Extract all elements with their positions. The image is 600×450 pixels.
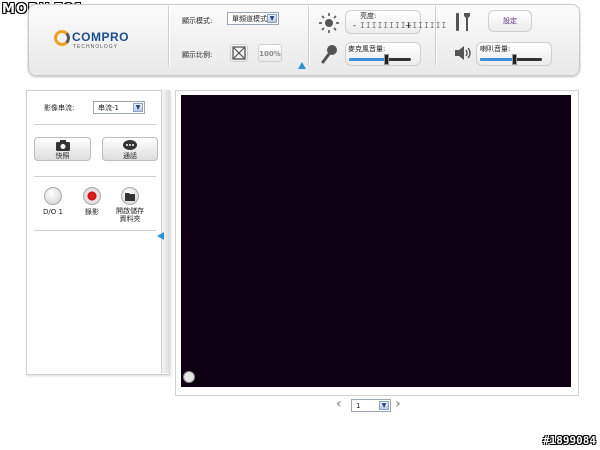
snapshot-label: 快照 bbox=[55, 152, 70, 160]
record-button[interactable] bbox=[83, 187, 101, 205]
brand-tagline: TECHNOLOGY bbox=[73, 44, 119, 50]
do1-label: D/O 1 bbox=[43, 208, 63, 216]
chevron-down-icon: ▼ bbox=[267, 14, 277, 23]
stream-value: 串流-1 bbox=[98, 104, 119, 112]
chevron-down-icon: ▼ bbox=[379, 401, 389, 410]
speaker-volume-label: 喇叭音量: bbox=[480, 45, 511, 53]
collapse-arrow-icon[interactable] bbox=[298, 62, 306, 69]
toolbar-separator bbox=[308, 6, 309, 66]
fit-screen-icon bbox=[232, 46, 246, 60]
snapshot-button[interactable]: 快照 bbox=[34, 137, 91, 161]
speaker-volume-fill bbox=[480, 58, 515, 61]
speaker-button[interactable] bbox=[454, 45, 474, 63]
brightness-minus[interactable]: - bbox=[353, 21, 356, 30]
brightness-ticks[interactable]: IIIIIIIIIIIIIII bbox=[360, 21, 447, 30]
brightness-label: 亮度: bbox=[360, 12, 377, 20]
page-select-value: 1 bbox=[356, 402, 361, 410]
wrench-screwdriver-icon bbox=[456, 13, 470, 31]
settings-button[interactable]: 設定 bbox=[488, 10, 532, 32]
brand-name: COMPRO bbox=[72, 30, 129, 44]
display-mode-label: 顯示模式: bbox=[182, 17, 213, 25]
stream-label: 影像串流: bbox=[44, 104, 75, 112]
toolbar-separator bbox=[435, 6, 436, 66]
next-page-chevron-icon[interactable]: › bbox=[395, 396, 401, 412]
speaker-icon bbox=[455, 46, 471, 60]
brightness-plus[interactable]: + bbox=[405, 21, 412, 30]
chat-bubble-icon bbox=[123, 140, 137, 150]
microphone-icon bbox=[321, 45, 337, 64]
control-panel bbox=[26, 90, 170, 375]
camera-icon bbox=[55, 140, 70, 151]
collapse-arrow-icon[interactable] bbox=[157, 232, 164, 240]
sun-icon bbox=[319, 13, 339, 33]
speaker-volume-thumb[interactable] bbox=[512, 54, 518, 65]
chevron-down-icon: ▼ bbox=[133, 103, 143, 112]
zoom-100-button[interactable]: 100% bbox=[258, 44, 282, 62]
do1-button[interactable] bbox=[44, 187, 62, 205]
panel-divider bbox=[34, 124, 156, 125]
mic-volume-label: 麥克風音量: bbox=[348, 45, 386, 53]
mic-volume-fill bbox=[349, 58, 387, 61]
brightness-button[interactable] bbox=[318, 12, 342, 34]
page-select[interactable]: 1 ▼ bbox=[351, 399, 391, 412]
record-label: 錄影 bbox=[85, 208, 99, 216]
previous-page-chevron-icon[interactable]: ‹ bbox=[336, 396, 342, 412]
speaker-volume-slider[interactable] bbox=[480, 58, 542, 61]
panel-divider bbox=[34, 176, 156, 177]
microphone-button[interactable] bbox=[320, 43, 340, 65]
panel-divider bbox=[34, 230, 156, 231]
fit-screen-button[interactable] bbox=[230, 44, 248, 62]
folder-icon bbox=[125, 193, 135, 201]
stream-select[interactable]: 串流-1 ▼ bbox=[93, 101, 145, 114]
open-folder-button[interactable] bbox=[121, 187, 139, 205]
talk-button[interactable]: 通話 bbox=[102, 137, 158, 161]
mic-volume-slider[interactable] bbox=[349, 58, 411, 61]
toolbar-separator bbox=[168, 6, 169, 66]
display-mode-select[interactable]: 單頻道模式 ▼ bbox=[227, 12, 279, 25]
video-overlay-button[interactable] bbox=[183, 371, 195, 383]
watermark-id: #1899084 bbox=[543, 434, 596, 447]
video-view[interactable] bbox=[181, 95, 571, 387]
open-folder-label: 開啟儲存資料夾 bbox=[116, 207, 144, 223]
aspect-ratio-label: 顯示比例: bbox=[182, 51, 213, 59]
mic-volume-thumb[interactable] bbox=[384, 54, 390, 65]
settings-tool-icon-button[interactable] bbox=[452, 11, 474, 33]
brand-logo-icon bbox=[54, 30, 70, 46]
talk-label: 通話 bbox=[123, 152, 137, 160]
display-mode-value: 單頻道模式 bbox=[232, 15, 267, 23]
